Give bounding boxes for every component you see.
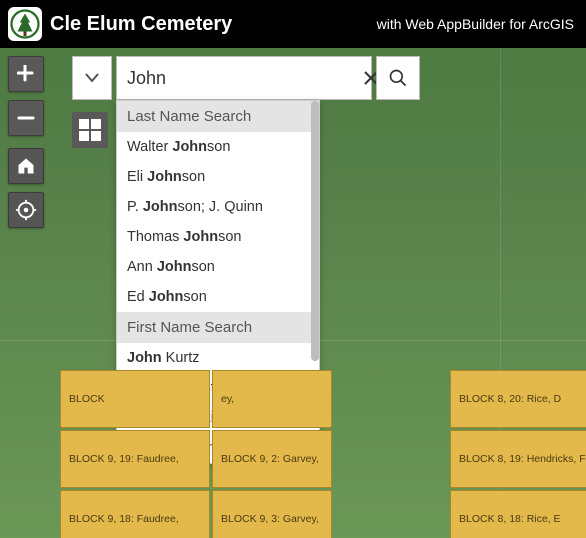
suggestion-item[interactable]: Thomas Johnson	[117, 222, 319, 252]
map-plots: BLOCK BLOCK 9, 19: Faudree, BLOCK 9, 18:…	[0, 370, 586, 538]
basemap-gallery-button[interactable]	[72, 112, 108, 148]
plot-cell[interactable]: BLOCK 9, 2: Garvey,	[212, 430, 332, 488]
app-subtitle: with Web AppBuilder for ArcGIS	[377, 16, 574, 32]
suggestion-group-header: First Name Search	[117, 312, 319, 343]
home-button[interactable]	[8, 148, 44, 184]
search-source-dropdown[interactable]	[72, 56, 112, 100]
search-icon	[388, 68, 408, 88]
app-header: Cle Elum Cemetery with Web AppBuilder fo…	[0, 0, 586, 48]
suggestion-item[interactable]: Ed Johnson	[117, 282, 319, 312]
plot-cell[interactable]: BLOCK 9, 19: Faudree,	[60, 430, 210, 488]
suggestion-item[interactable]: Ann Johnson	[117, 252, 319, 282]
scrollbar-thumb[interactable]	[311, 101, 319, 361]
search-box	[116, 56, 372, 100]
search-widget	[72, 56, 420, 100]
plot-cell[interactable]: BLOCK	[60, 370, 210, 428]
suggestion-item[interactable]: P. Johnson; J. Quinn	[117, 192, 319, 222]
suggestion-item[interactable]: Walter Johnson	[117, 132, 319, 162]
app-title: Cle Elum Cemetery	[50, 13, 377, 36]
search-input[interactable]	[123, 68, 363, 89]
app-logo	[8, 7, 42, 41]
search-submit-button[interactable]	[376, 56, 420, 100]
locate-button[interactable]	[8, 192, 44, 228]
app-root: Cle Elum Cemetery with Web AppBuilder fo…	[0, 0, 586, 538]
plot-cell[interactable]: BLOCK 8, 20: Rice, D	[450, 370, 586, 428]
plot-cell[interactable]: BLOCK 9, 18: Faudree,	[60, 490, 210, 538]
plot-cell[interactable]: BLOCK 8, 19: Hendricks, F	[450, 430, 586, 488]
suggestion-item[interactable]: Eli Johnson	[117, 162, 319, 192]
suggestion-item[interactable]: John Kurtz	[117, 343, 319, 373]
zoom-out-button[interactable]	[8, 100, 44, 136]
plot-cell[interactable]: BLOCK 8, 18: Rice, E	[450, 490, 586, 538]
plot-cell[interactable]: BLOCK 9, 3: Garvey,	[212, 490, 332, 538]
map-tools	[8, 56, 44, 228]
grid-icon	[79, 119, 101, 141]
suggestion-group-header: Last Name Search	[117, 101, 319, 132]
zoom-in-button[interactable]	[8, 56, 44, 92]
plot-cell[interactable]: ey,	[212, 370, 332, 428]
chevron-down-icon	[85, 73, 99, 83]
